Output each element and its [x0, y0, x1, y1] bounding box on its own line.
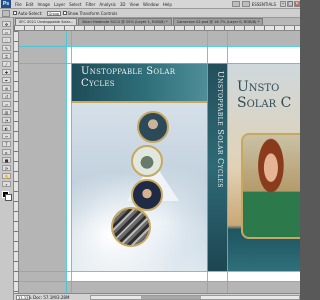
show-transform-checkbox[interactable] — [62, 11, 67, 15]
menu-3d[interactable]: 3D — [118, 2, 128, 7]
marquee-tool-icon[interactable]: ▭ — [2, 29, 11, 35]
scrollbar-thumb[interactable] — [141, 295, 201, 299]
gradient-tool-icon[interactable]: ▥ — [2, 109, 11, 115]
show-transform-label: Show Transform Controls — [67, 10, 118, 16]
menubar-right: ESSENTIALS – □ × — [231, 1, 300, 7]
quick-select-tool-icon[interactable]: ✎ — [2, 45, 11, 51]
horizontal-scrollbar[interactable] — [90, 294, 300, 300]
doc-tab-3[interactable]: Camerson 02.psd @ 16.7% (Layer 0, RGB/8)… — [172, 18, 264, 25]
spine-title: Unstoppable Solar Cycles — [216, 71, 225, 189]
circle-photo-2 — [131, 145, 163, 177]
move-tool-preset-icon[interactable] — [2, 9, 10, 17]
back-cover-title: Unstoppable Solar Cycles — [81, 66, 176, 89]
auto-select-dropdown[interactable]: Group — [46, 10, 61, 16]
back-cover-banner: Unstoppable Solar Cycles — [71, 63, 207, 103]
menu-analysis[interactable]: Analysis — [97, 2, 117, 7]
dodge-tool-icon[interactable]: ◐ — [2, 125, 11, 131]
menu-image[interactable]: Image — [35, 2, 52, 7]
menu-layer[interactable]: Layer — [52, 2, 67, 7]
document-info[interactable]: Doc: 57.1M/3.28M — [33, 295, 69, 300]
tools-panel: ✥ ▭ ◌ ✎ ⌗ ⁄ ✚ ✒ ⊕ ↺ ▱ ▥ ◔ ◐ ✑ T ▸ ■ ⟳ ✋ … — [0, 18, 14, 300]
front-cover: Unsto Solar C — [227, 63, 300, 271]
guide-vertical[interactable] — [66, 31, 67, 293]
text-tool-icon[interactable]: T — [2, 141, 11, 147]
zoom-level-field[interactable]: 33.33% — [16, 294, 32, 300]
menu-filter[interactable]: Filter — [83, 2, 97, 7]
menu-select[interactable]: Select — [67, 2, 83, 7]
front-title-line-1: Unsto — [237, 79, 280, 95]
auto-select-checkbox[interactable] — [13, 11, 17, 15]
guide-vertical[interactable] — [207, 31, 208, 293]
workspace-switcher[interactable]: ESSENTIALS — [252, 2, 276, 7]
photoshop-window: Ps File Edit Image Layer Select Filter A… — [0, 0, 300, 300]
guide-horizontal[interactable] — [19, 271, 300, 272]
clone-tool-icon[interactable]: ⊕ — [2, 85, 11, 91]
shape-tool-icon[interactable]: ■ — [2, 157, 11, 163]
hand-tool-icon[interactable]: ✋ — [2, 173, 11, 179]
menu-edit[interactable]: Edit — [24, 2, 36, 7]
guide-horizontal[interactable] — [19, 63, 300, 64]
circle-photo-1 — [137, 111, 169, 143]
path-select-tool-icon[interactable]: ▸ — [2, 149, 11, 155]
auto-select-label: Auto-Select: — [18, 10, 43, 16]
healing-tool-icon[interactable]: ✚ — [2, 69, 11, 75]
front-title-line-2: Solar C — [237, 95, 292, 111]
mini-bridge-button[interactable] — [241, 1, 250, 7]
doc-tab-1[interactable]: SFC 0021 Unstoppable Solar... — [15, 18, 78, 25]
doc-tab-2[interactable]: Brian Heatcote SCC4 @ 25% (Layer 1, RGB/… — [78, 18, 172, 25]
canvas-area[interactable]: Unstoppable Solar Cycles Unstoppable Sol… — [19, 31, 300, 293]
document-tabs: SFC 0021 Unstoppable Solar... Brian Heat… — [14, 18, 300, 26]
circle-photo-4 — [111, 207, 151, 247]
front-cover-title: Unsto Solar C — [237, 79, 291, 111]
crop-tool-icon[interactable]: ⌗ — [2, 53, 11, 59]
menu-file[interactable]: File — [13, 2, 24, 7]
minimize-icon[interactable]: – — [280, 1, 286, 7]
circle-photo-3 — [131, 179, 163, 211]
guide-vertical[interactable] — [71, 31, 72, 293]
guide-horizontal[interactable] — [19, 46, 300, 47]
pen-tool-icon[interactable]: ✑ — [2, 133, 11, 139]
color-swatches[interactable] — [1, 191, 12, 201]
close-icon[interactable]: × — [294, 1, 300, 7]
guide-horizontal[interactable] — [19, 281, 300, 282]
bridge-button[interactable] — [231, 1, 240, 7]
zoom-tool-icon[interactable]: ⌕ — [2, 181, 11, 187]
maximize-icon[interactable]: □ — [287, 1, 293, 7]
status-bar: 33.33% Doc: 57.1M/3.28M — [14, 293, 300, 300]
eraser-tool-icon[interactable]: ▱ — [2, 101, 11, 107]
options-bar: Auto-Select: Group Show Transform Contro… — [0, 9, 300, 18]
menu-window[interactable]: Window — [141, 2, 161, 7]
brush-tool-icon[interactable]: ✒ — [2, 77, 11, 83]
menu-bar: Ps File Edit Image Layer Select Filter A… — [0, 0, 300, 9]
menu-help[interactable]: Help — [161, 2, 174, 7]
lasso-tool-icon[interactable]: ◌ — [2, 37, 11, 43]
app-logo: Ps — [1, 0, 11, 8]
menu-view[interactable]: View — [128, 2, 142, 7]
blur-tool-icon[interactable]: ◔ — [2, 117, 11, 123]
move-tool-icon[interactable]: ✥ — [2, 21, 11, 27]
front-cover-photo — [241, 133, 300, 239]
eyedropper-tool-icon[interactable]: ⁄ — [2, 61, 11, 67]
book-spine: Unstoppable Solar Cycles — [207, 63, 227, 271]
background-color-swatch[interactable] — [4, 194, 12, 201]
3d-rotate-tool-icon[interactable]: ⟳ — [2, 165, 11, 171]
history-brush-tool-icon[interactable]: ↺ — [2, 93, 11, 99]
guide-vertical[interactable] — [227, 31, 228, 293]
